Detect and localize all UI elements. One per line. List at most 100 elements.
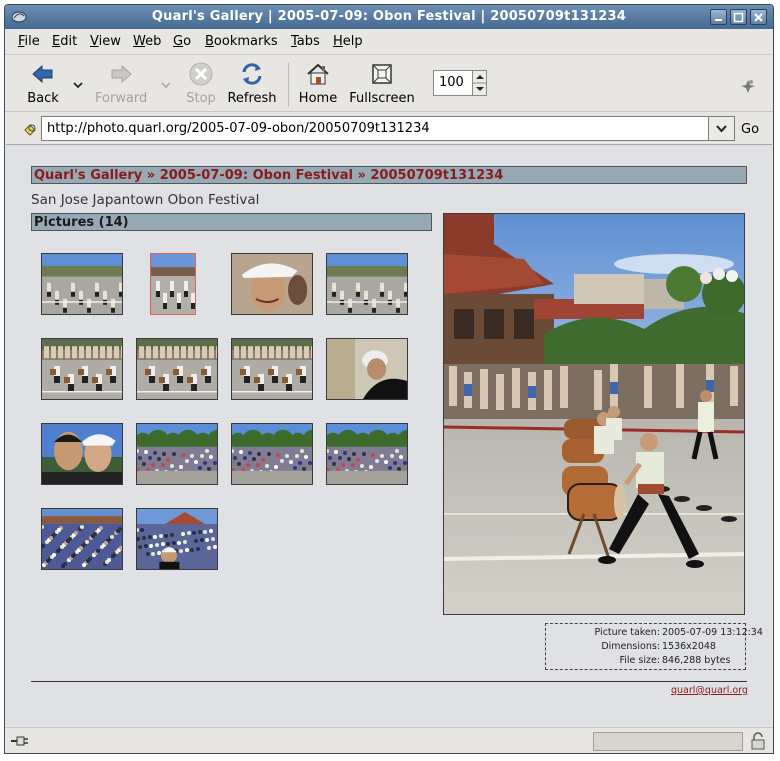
site-icon[interactable]	[23, 121, 39, 137]
forward-arrow-icon	[111, 64, 132, 84]
gallery-thumb-2[interactable]	[150, 253, 196, 315]
menu-view[interactable]: View	[90, 34, 121, 49]
status-bar	[5, 727, 773, 753]
breadcrumb-current: 20050709t131234	[370, 168, 504, 183]
gallery-thumb-1[interactable]	[41, 253, 123, 315]
gallery-thumb-14[interactable]	[136, 508, 218, 570]
gallery-thumb-6[interactable]	[136, 338, 218, 400]
home-button[interactable]: Home	[298, 61, 338, 106]
thumbnail-image	[137, 339, 217, 399]
back-label: Back	[27, 91, 59, 106]
title-bar: Quarl's Gallery | 2005-07-09: Obon Festi…	[5, 5, 773, 29]
gallery-thumb-8[interactable]	[326, 338, 408, 400]
fullscreen-button[interactable]: Fullscreen	[349, 61, 415, 106]
thumbnail-image	[137, 509, 217, 569]
photo-info: Picture taken: 2005-07-09 13:12:34 Dimens…	[545, 623, 763, 670]
breadcrumb-album-link[interactable]: 2005-07-09: Obon Festival	[160, 168, 353, 183]
fullscreen-label: Fullscreen	[349, 91, 415, 106]
zoom-spinner[interactable]: 100	[433, 70, 487, 96]
page-content: Quarl's Gallery » 2005-07-09: Obon Festi…	[6, 144, 772, 726]
main-photo[interactable]	[443, 213, 745, 615]
maximize-icon	[733, 12, 744, 23]
breadcrumb-separator: »	[352, 168, 371, 183]
toolbar-separator	[288, 63, 289, 107]
footer-email-link[interactable]: quarl@quarl.org	[671, 685, 748, 696]
menu-web[interactable]: Web	[133, 34, 161, 49]
gallery-thumb-11[interactable]	[231, 423, 313, 485]
thumbnail-image	[327, 424, 407, 484]
info-label: File size:	[619, 655, 660, 666]
progress-bar	[593, 732, 743, 751]
back-history-chevron-icon[interactable]	[73, 81, 83, 89]
thumbnail-image	[42, 424, 122, 484]
zoom-spin-buttons[interactable]	[472, 71, 487, 95]
gallery-thumb-9[interactable]	[41, 423, 123, 485]
info-label: Dimensions:	[601, 641, 660, 652]
gallery-thumb-7[interactable]	[231, 338, 313, 400]
thumbnail-image	[232, 424, 312, 484]
forward-button[interactable]: Forward	[95, 61, 147, 106]
gallery-thumb-12[interactable]	[326, 423, 408, 485]
gallery-thumb-10[interactable]	[136, 423, 218, 485]
forward-label: Forward	[95, 91, 148, 106]
browser-window: Quarl's Gallery | 2005-07-09: Obon Festi…	[4, 4, 774, 754]
gallery-thumb-13[interactable]	[41, 508, 123, 570]
info-row-dimensions: Dimensions: 1536x2048	[546, 641, 745, 655]
info-row-filesize: File size: 846,288 bytes	[546, 655, 745, 669]
menu-help[interactable]: Help	[333, 34, 363, 49]
thumbnail-image	[42, 509, 122, 569]
close-icon	[754, 13, 763, 22]
breadcrumb-separator: »	[142, 168, 160, 183]
close-button[interactable]	[750, 9, 767, 25]
thumbnail-image	[232, 254, 312, 314]
url-input[interactable]: http://photo.quarl.org/2005-07-09-obon/2…	[41, 116, 711, 141]
refresh-label: Refresh	[227, 91, 277, 106]
url-history-dropdown[interactable]	[708, 116, 735, 141]
gallery-thumb-3[interactable]	[231, 253, 313, 315]
back-button[interactable]: Back	[23, 61, 63, 106]
refresh-icon	[242, 63, 262, 85]
breadcrumb-gallery-link[interactable]: Quarl's Gallery	[34, 168, 142, 183]
info-value-filesize: 846,288 bytes	[662, 655, 731, 666]
menu-file[interactable]: File	[18, 34, 40, 49]
thumbnail-image	[42, 254, 122, 314]
minimize-button[interactable]	[710, 9, 727, 25]
stop-label: Stop	[186, 91, 216, 106]
pictures-heading: Pictures (14)	[31, 213, 432, 231]
info-value-taken: 2005-07-09 13:12:34	[662, 627, 763, 638]
thumbnail-image	[151, 254, 195, 314]
refresh-button[interactable]: Refresh	[227, 61, 277, 106]
forward-history-chevron-icon[interactable]	[161, 81, 171, 89]
info-label: Picture taken:	[594, 627, 660, 638]
menu-bar: File Edit View Web Go Bookmarks Tabs Hel…	[5, 29, 773, 53]
gallery-thumb-4[interactable]	[326, 253, 408, 315]
info-value-dimensions: 1536x2048	[662, 641, 716, 652]
window-title: Quarl's Gallery | 2005-07-09: Obon Festi…	[151, 9, 627, 24]
menu-edit[interactable]: Edit	[52, 34, 77, 49]
toolbar: Back Forward Stop Refresh Home Fullscree…	[5, 54, 773, 112]
menu-tabs[interactable]: Tabs	[291, 34, 320, 49]
footer-divider	[31, 681, 747, 682]
thumbnail-image	[42, 339, 122, 399]
zoom-value[interactable]: 100	[439, 75, 464, 90]
throbber-icon	[741, 80, 755, 93]
stop-button[interactable]: Stop	[185, 61, 217, 106]
info-row-taken: Picture taken: 2005-07-09 13:12:34	[546, 627, 763, 641]
back-arrow-icon	[32, 64, 53, 84]
thumbnail-image	[232, 339, 312, 399]
offline-plug-icon[interactable]	[11, 734, 29, 748]
thumbnail-image	[137, 424, 217, 484]
album-description: San Jose Japantown Obon Festival	[31, 192, 260, 208]
minimize-icon	[715, 19, 722, 21]
spin-arrows-icon	[473, 75, 487, 91]
security-lock-icon[interactable]	[749, 732, 767, 750]
taiko-drummers-photo	[444, 214, 744, 614]
thumbnail-image	[327, 254, 407, 314]
maximize-button[interactable]	[730, 9, 747, 25]
go-button[interactable]: Go	[741, 122, 759, 137]
gallery-thumb-5[interactable]	[41, 338, 123, 400]
thumbnail-image	[327, 339, 407, 399]
url-text[interactable]: http://photo.quarl.org/2005-07-09-obon/2…	[47, 121, 430, 136]
menu-bookmarks[interactable]: Bookmarks	[205, 34, 278, 49]
menu-go[interactable]: Go	[173, 34, 191, 49]
